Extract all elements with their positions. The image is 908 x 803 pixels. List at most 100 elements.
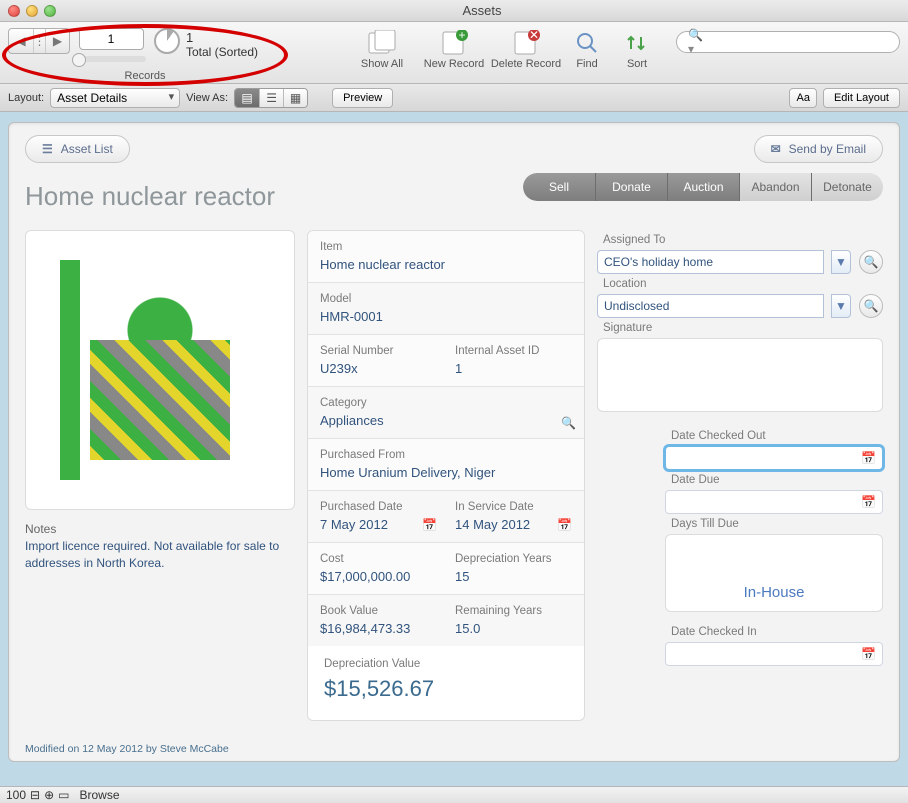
window-title: Assets [56, 3, 908, 18]
inservice-label: In Service Date [455, 501, 572, 513]
cost-value[interactable]: $17,000,000.00 [320, 569, 437, 584]
location-dropdown-icon[interactable]: ▼ [831, 294, 851, 318]
internalid-value[interactable]: 1 [455, 361, 572, 376]
depval-value: $15,526.67 [324, 676, 568, 702]
view-table-button[interactable]: ▦ [283, 89, 307, 107]
zoom-out-button[interactable]: ⊟ [30, 788, 40, 802]
assigned-search-button[interactable]: 🔍 [859, 250, 883, 274]
signature-label: Signature [603, 322, 883, 334]
view-form-button[interactable]: ▤ [235, 89, 259, 107]
zoom-value[interactable]: 100 [6, 788, 26, 802]
list-icon: ☰ [42, 142, 53, 156]
show-all-icon [368, 28, 396, 58]
depyears-value[interactable]: 15 [455, 569, 572, 584]
remyears-value: 15.0 [455, 621, 572, 636]
tab-detonate[interactable]: Detonate [811, 173, 883, 201]
record-divider-icon: ⋮ [33, 29, 45, 53]
assigned-select[interactable]: CEO's holiday home [597, 250, 824, 274]
show-all-button[interactable]: Show All [346, 28, 418, 70]
layout-select[interactable]: Asset Details [50, 88, 180, 108]
view-list-button[interactable]: ☰ [259, 89, 283, 107]
search-input[interactable] [676, 31, 900, 53]
asset-image[interactable] [25, 230, 295, 510]
item-value[interactable]: Home nuclear reactor [320, 257, 572, 272]
sort-button[interactable]: Sort [612, 28, 662, 70]
notes-label: Notes [25, 522, 295, 536]
send-by-email-button[interactable]: ✉ Send by Email [754, 135, 883, 163]
inhouse-label: In-House [744, 584, 805, 601]
record-pie-icon[interactable] [154, 28, 180, 54]
new-record-icon: + [440, 28, 468, 58]
checkedin-field[interactable]: 📅 [665, 642, 883, 666]
viewas-label: View As: [186, 92, 228, 104]
serial-value[interactable]: U239x [320, 361, 437, 376]
calendar-icon[interactable]: 📅 [557, 518, 572, 532]
signature-field[interactable] [597, 338, 883, 412]
checkedin-label: Date Checked In [671, 626, 883, 638]
tab-auction[interactable]: Auction [667, 173, 739, 201]
notes-value[interactable]: Import licence required. Not available f… [25, 538, 295, 572]
due-label: Date Due [671, 474, 883, 486]
cost-label: Cost [320, 553, 437, 565]
book-value: $16,984,473.33 [320, 621, 437, 636]
tab-abandon[interactable]: Abandon [739, 173, 811, 201]
layout-label: Layout: [8, 92, 44, 104]
close-window-button[interactable] [8, 5, 20, 17]
records-label: Records [110, 70, 180, 82]
aa-button[interactable]: Aa [789, 88, 816, 108]
find-button[interactable]: Find [562, 28, 612, 70]
checkedout-field[interactable]: 📅 [665, 446, 883, 470]
delete-record-button[interactable]: ✕ Delete Record [490, 28, 562, 70]
purchasedfrom-label: Purchased From [320, 449, 572, 461]
calendar-icon[interactable]: 📅 [861, 647, 876, 661]
location-select[interactable]: Undisclosed [597, 294, 824, 318]
location-label: Location [603, 278, 883, 290]
calendar-icon[interactable]: 📅 [422, 518, 437, 532]
item-label: Item [320, 241, 572, 253]
asset-name: Home nuclear reactor [25, 181, 275, 212]
assigned-dropdown-icon[interactable]: ▼ [831, 250, 851, 274]
mode-label[interactable]: Browse [80, 788, 120, 802]
asset-list-button[interactable]: ☰ Asset List [25, 135, 130, 163]
prev-record-button[interactable]: ◀ [9, 29, 33, 53]
model-value[interactable]: HMR-0001 [320, 309, 572, 324]
assigned-label: Assigned To [603, 234, 883, 246]
remyears-label: Remaining Years [455, 605, 572, 617]
location-search-button[interactable]: 🔍 [859, 294, 883, 318]
mail-icon: ✉ [771, 142, 781, 156]
delete-record-icon: ✕ [512, 28, 540, 58]
new-record-button[interactable]: + New Record [418, 28, 490, 70]
next-record-button[interactable]: ▶ [45, 29, 69, 53]
internalid-label: Internal Asset ID [455, 345, 572, 357]
record-number-input[interactable] [79, 28, 144, 50]
daystill-label: Days Till Due [671, 518, 883, 530]
inservice-value[interactable]: 14 May 2012 [455, 517, 572, 532]
svg-text:+: + [459, 30, 466, 42]
sort-icon [625, 28, 649, 58]
total-count: 1 [186, 30, 258, 45]
modified-line: Modified on 12 May 2012 by Steve McCabe [25, 743, 229, 755]
purchasedate-label: Purchased Date [320, 501, 437, 513]
category-value[interactable]: Appliances [320, 413, 572, 428]
calendar-icon[interactable]: 📅 [861, 451, 876, 465]
serial-label: Serial Number [320, 345, 437, 357]
tab-sell[interactable]: Sell [523, 173, 595, 201]
svg-text:✕: ✕ [529, 30, 539, 42]
book-label: Book Value [320, 605, 437, 617]
category-search-icon[interactable]: 🔍 [561, 416, 576, 430]
zoom-menu-button[interactable]: ▭ [58, 788, 69, 802]
tab-donate[interactable]: Donate [595, 173, 667, 201]
purchasedate-value[interactable]: 7 May 2012 [320, 517, 437, 532]
record-slider[interactable] [76, 56, 146, 62]
due-field[interactable]: 📅 [665, 490, 883, 514]
checkedout-label: Date Checked Out [671, 430, 883, 442]
zoom-window-button[interactable] [44, 5, 56, 17]
minimize-window-button[interactable] [26, 5, 38, 17]
purchasedfrom-value[interactable]: Home Uranium Delivery, Niger [320, 465, 572, 480]
zoom-in-button[interactable]: ⊕ [44, 788, 54, 802]
preview-button[interactable]: Preview [332, 88, 393, 108]
depval-label: Depreciation Value [324, 658, 568, 670]
edit-layout-button[interactable]: Edit Layout [823, 88, 900, 108]
calendar-icon[interactable]: 📅 [861, 495, 876, 509]
category-label: Category [320, 397, 572, 409]
